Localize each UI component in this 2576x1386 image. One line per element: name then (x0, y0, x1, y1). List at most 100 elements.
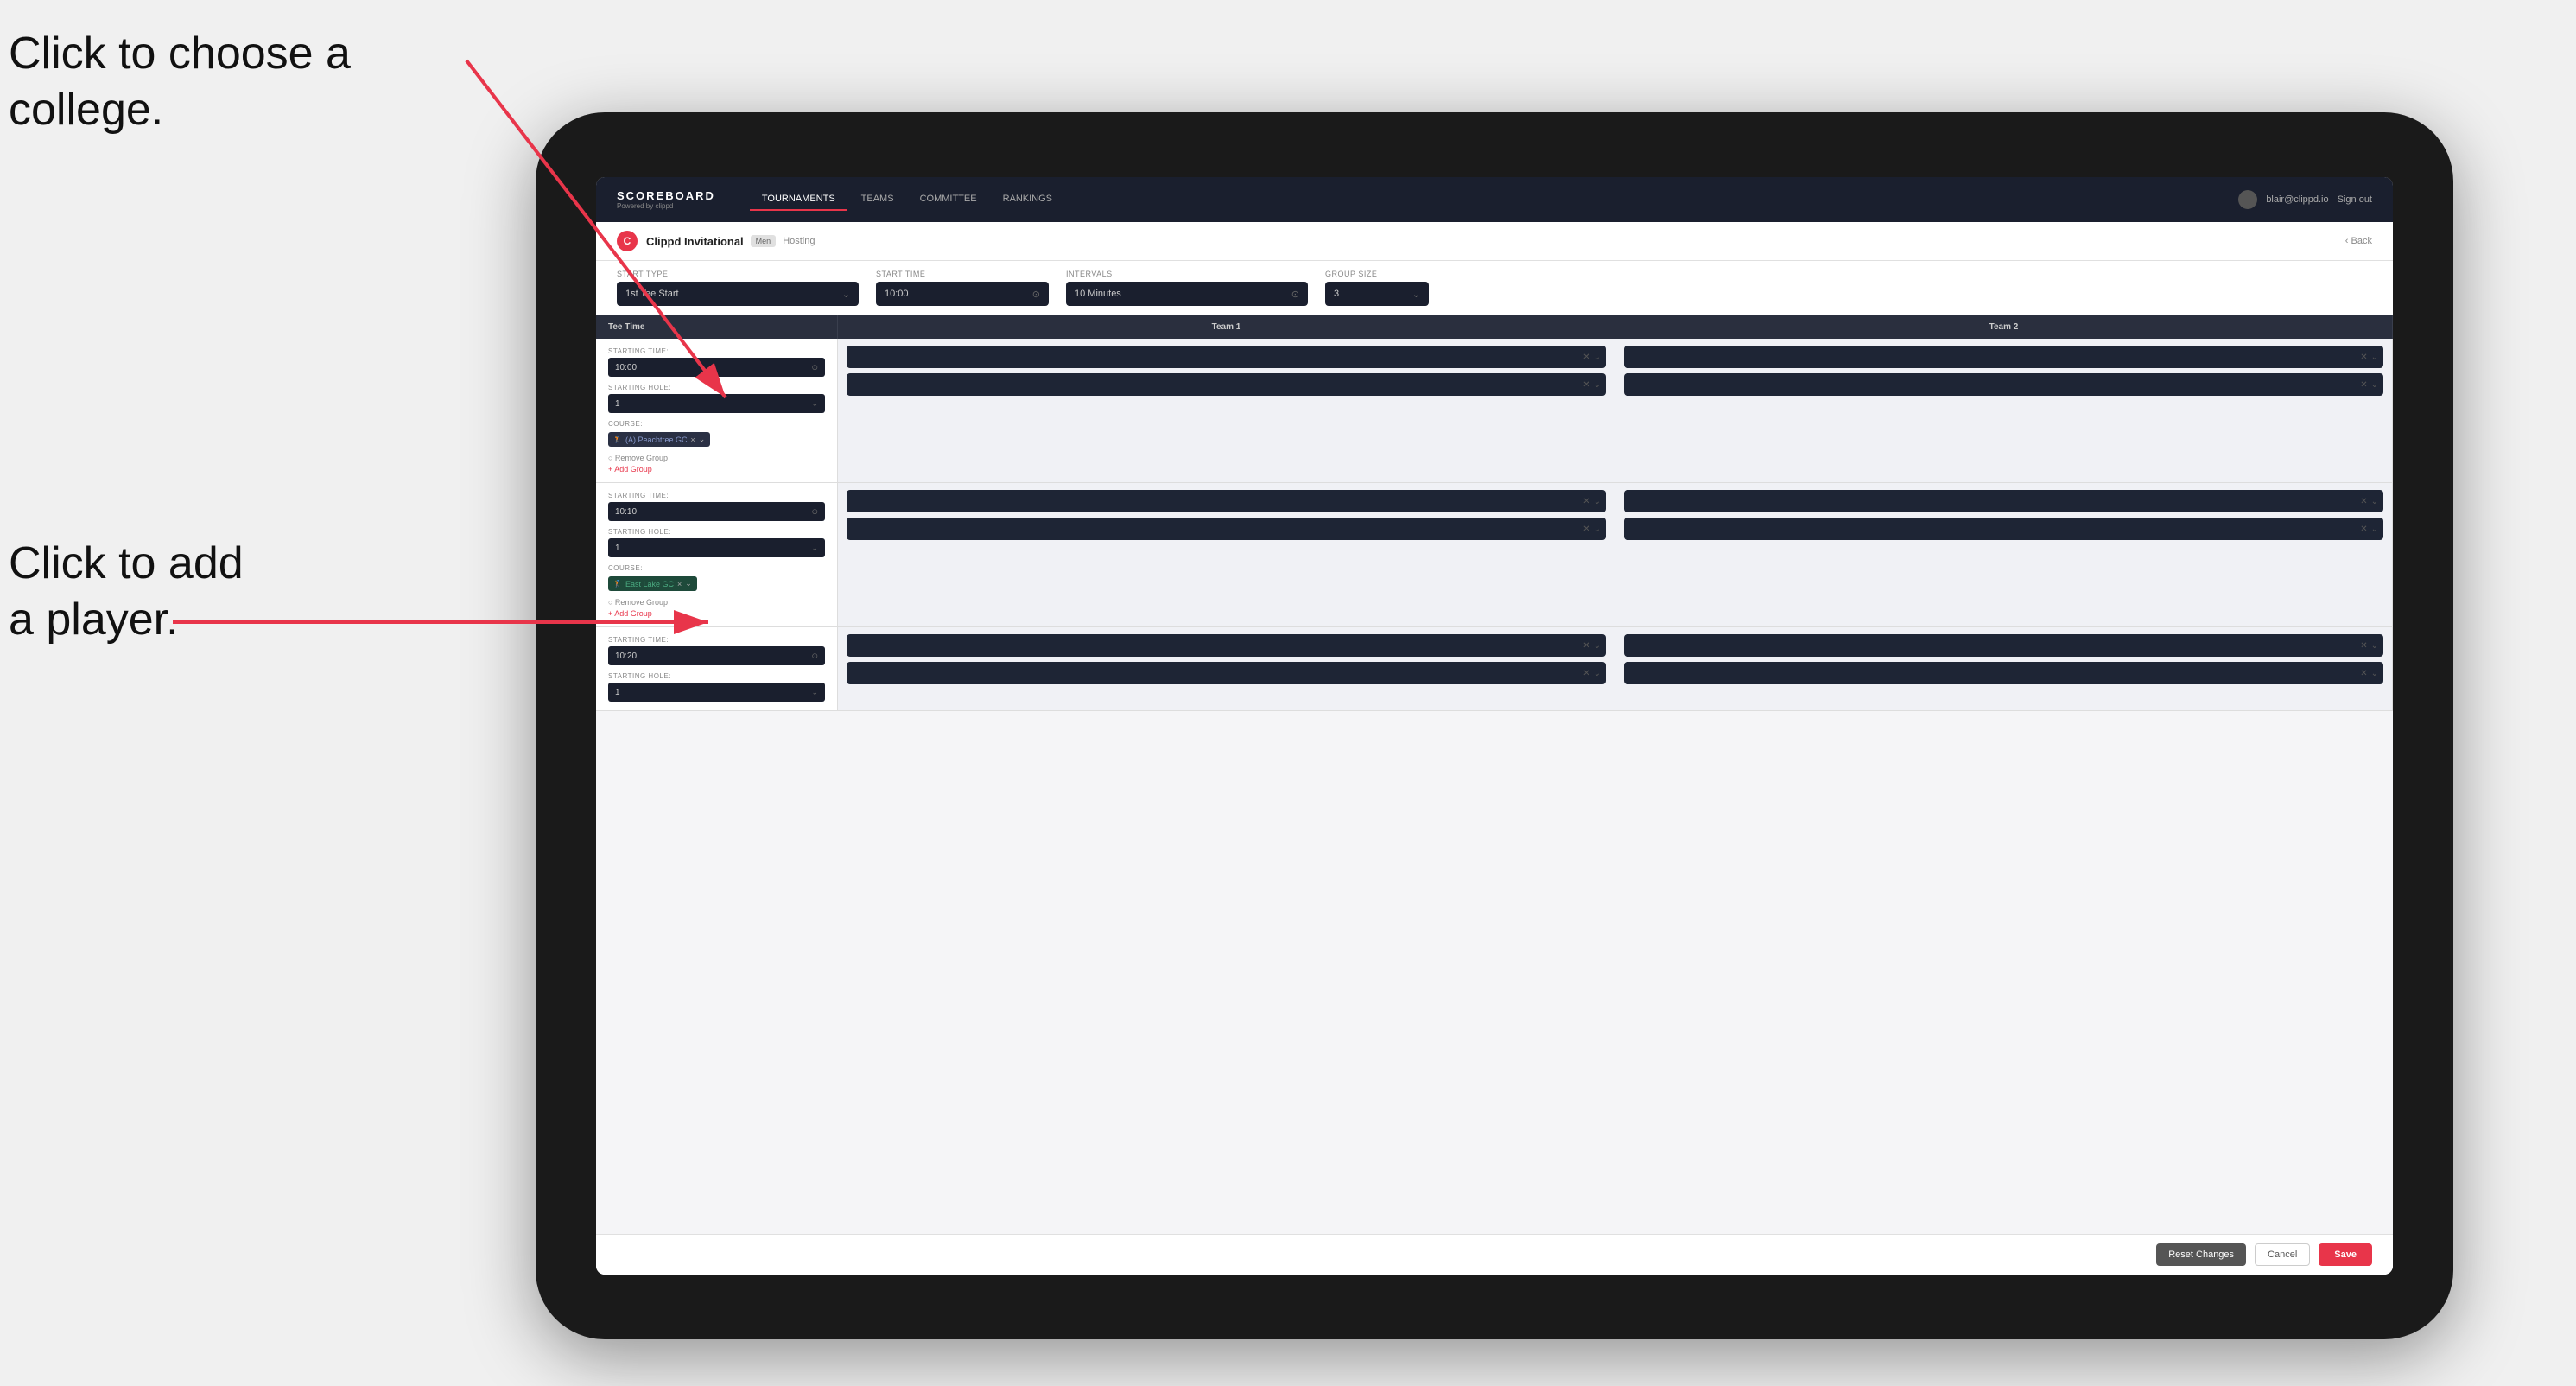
slot-chevron-icon[interactable]: ⌄ (1594, 353, 1601, 362)
slot-x-icon[interactable]: ✕ (2360, 497, 2367, 506)
col-team1: Team 1 (838, 315, 1615, 339)
slot-chevron-icon[interactable]: ⌄ (1594, 525, 1601, 534)
course-remove-1[interactable]: × (691, 436, 695, 444)
group-actions-1: ○ Remove Group + Add Group (608, 454, 825, 474)
course-label-1: COURSE: (608, 420, 825, 428)
slot-chevron-icon[interactable]: ⌄ (2371, 669, 2378, 678)
sign-out-link[interactable]: Sign out (2338, 194, 2372, 205)
slot-chevron-icon[interactable]: ⌄ (2371, 380, 2378, 390)
slot-chevron-icon[interactable]: ⌄ (2371, 525, 2378, 534)
user-avatar (2238, 190, 2257, 209)
add-group-btn-1[interactable]: + Add Group (608, 465, 825, 474)
event-title: Clippd Invitational (646, 235, 744, 248)
tee-time-panel-2: STARTING TIME: 10:10⊙ STARTING HOLE: 1⌄ … (596, 483, 838, 626)
annotation-line2: college. (9, 85, 163, 135)
course-expand-2[interactable]: ⌄ (685, 579, 692, 588)
player-slot[interactable]: ✕ ⌄ (847, 346, 1606, 368)
table-row: STARTING TIME: 10:20⊙ STARTING HOLE: 1⌄ … (596, 627, 2393, 711)
intervals-group: Intervals 10 Minutes ⊙ (1066, 270, 1308, 306)
start-type-group: Start Type 1st Tee Start ⌄ (617, 270, 859, 306)
nav-committee[interactable]: COMMITTEE (908, 188, 989, 211)
team1-players-3: ✕ ⌄ ✕ ⌄ (838, 627, 1615, 710)
slot-x-icon[interactable]: ✕ (2360, 641, 2367, 651)
group-actions-2: ○ Remove Group + Add Group (608, 598, 825, 618)
team1-players-1: ✕ ⌄ ✕ ⌄ (838, 339, 1615, 482)
slot-chevron-icon[interactable]: ⌄ (2371, 353, 2378, 362)
course-expand-1[interactable]: ⌄ (699, 435, 706, 444)
start-time-input[interactable]: 10:00 ⊙ (876, 282, 1049, 306)
starting-hole-label-2: STARTING HOLE: (608, 528, 825, 536)
nav-tournaments[interactable]: TOURNAMENTS (750, 188, 847, 211)
slot-chevron-icon[interactable]: ⌄ (1594, 669, 1601, 678)
slot-chevron-icon[interactable]: ⌄ (2371, 497, 2378, 506)
player-slot[interactable]: ✕ ⌄ (847, 373, 1606, 396)
slot-chevron-icon[interactable]: ⌄ (1594, 380, 1601, 390)
slot-x-icon[interactable]: ✕ (2360, 380, 2367, 390)
player-slot[interactable]: ✕ ⌄ (847, 662, 1606, 684)
sub-header: C Clippd Invitational Men Hosting ‹ Back (596, 222, 2393, 261)
remove-group-btn-1[interactable]: ○ Remove Group (608, 454, 825, 462)
nav-teams[interactable]: TEAMS (849, 188, 906, 211)
slot-x-icon[interactable]: ✕ (2360, 669, 2367, 678)
reset-button[interactable]: Reset Changes (2156, 1243, 2246, 1266)
main-content[interactable]: STARTING TIME: 10:00⊙ STARTING HOLE: 1⌄ … (596, 339, 2393, 1234)
slot-chevron-icon[interactable]: ⌄ (2371, 641, 2378, 651)
save-button[interactable]: Save (2319, 1243, 2372, 1266)
starting-time-input-2[interactable]: 10:10⊙ (608, 502, 825, 521)
tee-time-panel-3: STARTING TIME: 10:20⊙ STARTING HOLE: 1⌄ (596, 627, 838, 710)
course-remove-2[interactable]: × (677, 580, 682, 588)
bottom-bar: Reset Changes Cancel Save (596, 1234, 2393, 1275)
start-time-label: Start Time (876, 270, 1049, 278)
nav-right: blair@clippd.io Sign out (2238, 190, 2372, 209)
course-tag-2[interactable]: 🏌 East Lake GC × ⌄ (608, 576, 697, 591)
player-slot[interactable]: ✕ ⌄ (1624, 634, 2383, 657)
navbar: SCOREBOARD Powered by clippd TOURNAMENTS… (596, 177, 2393, 222)
add-group-btn-2[interactable]: + Add Group (608, 609, 825, 618)
starting-hole-input-1[interactable]: 1⌄ (608, 394, 825, 413)
tablet-screen: SCOREBOARD Powered by clippd TOURNAMENTS… (596, 177, 2393, 1275)
slot-x-icon[interactable]: ✕ (2360, 353, 2367, 362)
starting-hole-input-3[interactable]: 1⌄ (608, 683, 825, 702)
slot-x-icon[interactable]: ✕ (1583, 525, 1589, 534)
slot-x-icon[interactable]: ✕ (1583, 380, 1589, 390)
slot-x-icon[interactable]: ✕ (1583, 353, 1589, 362)
gender-badge: Men (751, 235, 777, 247)
start-type-input[interactable]: 1st Tee Start ⌄ (617, 282, 859, 306)
start-type-label: Start Type (617, 270, 859, 278)
starting-hole-input-2[interactable]: 1⌄ (608, 538, 825, 557)
player-slot[interactable]: ✕ ⌄ (1624, 662, 2383, 684)
start-time-group: Start Time 10:00 ⊙ (876, 270, 1049, 306)
player-slot[interactable]: ✕ ⌄ (1624, 490, 2383, 512)
annotation-add-player: Click to add a player. (9, 536, 244, 648)
hosting-label: Hosting (783, 236, 815, 246)
cancel-button[interactable]: Cancel (2255, 1243, 2310, 1266)
intervals-label: Intervals (1066, 270, 1308, 278)
slot-x-icon[interactable]: ✕ (1583, 669, 1589, 678)
annotation-add-line1: Click to add (9, 538, 244, 588)
slot-x-icon[interactable]: ✕ (2360, 525, 2367, 534)
back-button[interactable]: ‹ Back (2345, 236, 2372, 246)
starting-hole-label-3: STARTING HOLE: (608, 672, 825, 680)
team2-players-1: ✕ ⌄ ✕ ⌄ (1615, 339, 2393, 482)
intervals-input[interactable]: 10 Minutes ⊙ (1066, 282, 1308, 306)
starting-time-input-1[interactable]: 10:00⊙ (608, 358, 825, 377)
player-slot[interactable]: ✕ ⌄ (1624, 373, 2383, 396)
player-slot[interactable]: ✕ ⌄ (847, 634, 1606, 657)
player-slot[interactable]: ✕ ⌄ (847, 518, 1606, 540)
nav-rankings[interactable]: RANKINGS (991, 188, 1064, 211)
starting-time-label-2: STARTING TIME: (608, 492, 825, 499)
player-slot[interactable]: ✕ ⌄ (1624, 346, 2383, 368)
group-size-group: Group Size 3 ⌄ (1325, 270, 1429, 306)
sub-logo: C (617, 231, 638, 251)
remove-group-btn-2[interactable]: ○ Remove Group (608, 598, 825, 607)
slot-x-icon[interactable]: ✕ (1583, 497, 1589, 506)
player-slot[interactable]: ✕ ⌄ (847, 490, 1606, 512)
starting-time-input-3[interactable]: 10:20⊙ (608, 646, 825, 665)
slot-chevron-icon[interactable]: ⌄ (1594, 641, 1601, 651)
group-size-input[interactable]: 3 ⌄ (1325, 282, 1429, 306)
course-tag-1[interactable]: 🏌 (A) Peachtree GC × ⌄ (608, 432, 710, 447)
slot-x-icon[interactable]: ✕ (1583, 641, 1589, 651)
slot-chevron-icon[interactable]: ⌄ (1594, 497, 1601, 506)
starting-hole-label-1: STARTING HOLE: (608, 384, 825, 391)
player-slot[interactable]: ✕ ⌄ (1624, 518, 2383, 540)
